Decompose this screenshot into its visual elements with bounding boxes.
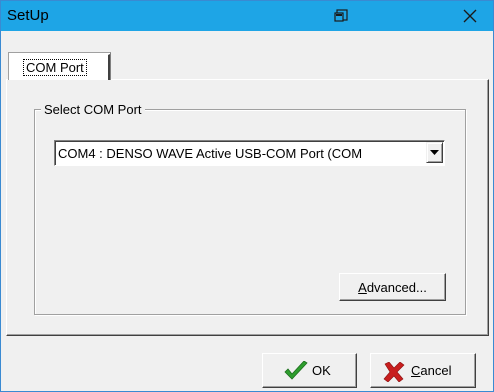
title-bar[interactable]: SetUp [1,1,493,31]
tab-com-port-label: COM Port [23,59,87,76]
checkmark-icon [284,360,308,384]
ok-button-label: OK [312,363,331,378]
advanced-button-label: Advanced... [358,280,427,295]
tab-com-port[interactable]: COM Port [10,54,110,80]
cancel-button-label: Cancel [411,363,452,378]
ok-button[interactable]: OK [262,353,357,388]
window-restore-icon[interactable] [334,9,348,23]
cancel-button[interactable]: Cancel [370,353,476,388]
x-mark-icon [383,361,405,385]
advanced-button[interactable]: Advanced... [339,273,446,301]
setup-dialog: SetUp COM Port Select COM Port COM4 : DE… [0,0,494,392]
groupbox-label: Select COM Port [41,102,145,117]
com-port-dropdown-button[interactable] [426,142,443,163]
close-button[interactable] [447,1,493,31]
chevron-down-icon [430,150,439,155]
com-port-select[interactable]: COM4 : DENSO WAVE Active USB-COM Port (C… [54,140,445,166]
window-title: SetUp [7,7,49,24]
com-port-select-value: COM4 : DENSO WAVE Active USB-COM Port (C… [58,146,363,161]
close-icon [463,9,477,23]
